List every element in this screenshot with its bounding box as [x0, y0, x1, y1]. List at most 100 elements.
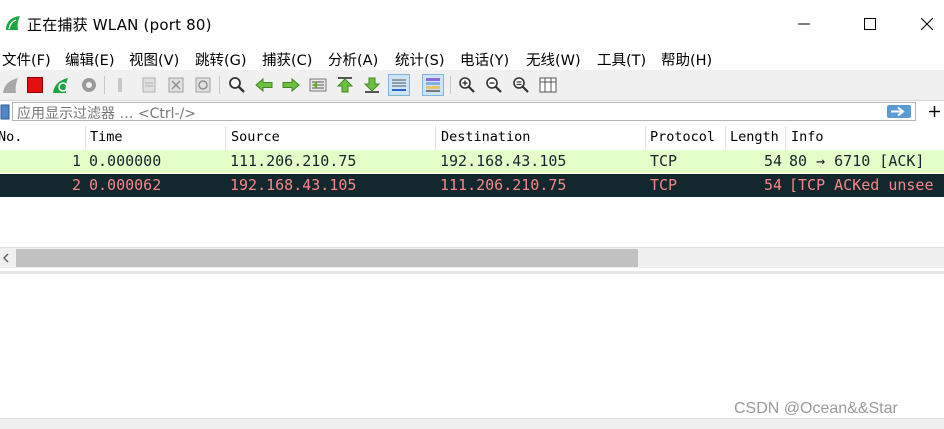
minimize-icon — [798, 23, 810, 25]
cell-no: 1 — [72, 152, 82, 170]
column-destination[interactable]: Destination — [441, 129, 530, 145]
cell-info: 80 → 6710 [ACK] — [789, 152, 925, 170]
go-first-button[interactable] — [334, 74, 356, 96]
column-info[interactable]: Info — [791, 129, 824, 145]
cell-destination: 192.168.43.105 — [440, 152, 567, 170]
cell-length: 54 — [764, 176, 783, 194]
column-time[interactable]: Time — [90, 129, 123, 145]
go-back-button[interactable] — [253, 74, 275, 96]
cell-no: 2 — [72, 176, 82, 194]
menu-tools[interactable]: 工具(T) — [597, 49, 646, 70]
menu-telephony[interactable]: 电话(Y) — [460, 49, 509, 70]
zoom-out-button[interactable] — [483, 74, 505, 96]
find-packet-icon — [229, 77, 245, 93]
menu-analyze[interactable]: 分析(A) — [328, 49, 378, 70]
column-divider[interactable] — [785, 126, 786, 150]
cell-info: [TCP ACKed unsee — [789, 176, 934, 194]
menu-view[interactable]: 视图(V) — [129, 49, 179, 70]
column-length[interactable]: Length — [730, 129, 779, 145]
go-forward-button[interactable] — [280, 74, 302, 96]
save-file-button[interactable] — [138, 74, 160, 96]
display-filter-bar: 应用显示过滤器 … <Ctrl-/> — [0, 101, 944, 123]
cell-destination: 111.206.210.75 — [440, 176, 567, 194]
autoscroll-icon — [392, 79, 406, 91]
open-file-button[interactable] — [110, 74, 132, 96]
zoom-in-button[interactable] — [456, 74, 478, 96]
restart-capture-button[interactable] — [50, 74, 72, 96]
restart-capture-icon — [53, 78, 68, 93]
colorize-button[interactable] — [422, 74, 444, 96]
status-bar — [0, 418, 944, 429]
normal-size-icon — [513, 77, 529, 93]
reload-icon — [195, 77, 211, 93]
normal-size-button[interactable] — [510, 74, 532, 96]
find-packet-button[interactable] — [226, 74, 248, 96]
main-toolbar — [0, 70, 944, 101]
minimize-button[interactable] — [784, 10, 824, 38]
column-divider[interactable] — [85, 126, 86, 150]
horizontal-scrollbar[interactable] — [0, 247, 944, 268]
go-first-icon — [336, 77, 354, 93]
go-to-packet-button[interactable] — [307, 74, 329, 96]
menu-edit[interactable]: 编辑(E) — [65, 49, 114, 70]
shark-fin-icon — [3, 78, 18, 93]
packet-row[interactable]: 2 0.000062 192.168.43.105 111.206.210.75… — [0, 174, 944, 197]
packet-row[interactable]: 1 0.000000 111.206.210.75 192.168.43.105… — [0, 150, 944, 173]
watermark: CSDN @Ocean&&Star — [734, 400, 898, 417]
autoscroll-button[interactable] — [388, 74, 410, 96]
packet-details-pane[interactable] — [0, 274, 944, 418]
cell-time: 0.000000 — [89, 152, 162, 170]
colorize-icon — [426, 78, 440, 92]
menu-go[interactable]: 跳转(G) — [195, 49, 247, 70]
wireshark-app-icon — [6, 16, 20, 30]
close-file-icon — [168, 77, 184, 93]
display-filter-input[interactable]: 应用显示过滤器 … <Ctrl-/> — [12, 102, 916, 122]
go-last-icon — [363, 77, 381, 93]
menu-file[interactable]: 文件(F) — [2, 49, 51, 70]
go-last-button[interactable] — [361, 74, 383, 96]
menu-statistics[interactable]: 统计(S) — [395, 49, 445, 70]
title-bar: 正在捕获 WLAN (port 80) — [0, 0, 944, 46]
zoom-out-icon — [486, 77, 502, 93]
maximize-icon — [864, 18, 876, 30]
go-to-packet-icon — [309, 78, 327, 92]
close-button[interactable] — [907, 10, 944, 38]
column-divider[interactable] — [225, 126, 226, 150]
column-divider[interactable] — [435, 126, 436, 150]
column-divider[interactable] — [645, 126, 646, 150]
window-title: 正在捕获 WLAN (port 80) — [27, 16, 212, 34]
menu-capture[interactable]: 捕获(C) — [262, 49, 312, 70]
column-no[interactable]: No. — [0, 129, 22, 145]
bookmark-icon[interactable] — [0, 104, 10, 120]
display-filter-placeholder: 应用显示过滤器 … <Ctrl-/> — [17, 106, 197, 122]
apply-filter-button[interactable] — [887, 105, 911, 118]
go-forward-icon — [282, 77, 300, 93]
reload-button[interactable] — [192, 74, 214, 96]
column-divider[interactable] — [725, 126, 726, 150]
start-capture-button[interactable] — [0, 74, 22, 96]
column-protocol[interactable]: Protocol — [650, 129, 715, 145]
go-back-icon — [255, 77, 273, 93]
cell-time: 0.000062 — [89, 176, 162, 194]
arrow-right-icon — [891, 106, 905, 117]
cell-protocol: TCP — [650, 152, 678, 170]
column-source[interactable]: Source — [231, 129, 280, 145]
save-file-icon — [142, 77, 156, 93]
cell-length: 54 — [764, 152, 783, 170]
scroll-left-icon[interactable] — [2, 253, 10, 263]
resize-columns-icon — [539, 77, 557, 93]
close-file-button[interactable] — [165, 74, 187, 96]
stop-capture-button[interactable] — [24, 74, 46, 96]
capture-options-button[interactable] — [78, 74, 100, 96]
scrollbar-thumb[interactable] — [16, 249, 638, 267]
menu-wireless[interactable]: 无线(W) — [526, 49, 581, 70]
add-filter-icon[interactable] — [929, 106, 940, 117]
stop-capture-icon — [27, 77, 43, 93]
zoom-in-icon — [459, 77, 475, 93]
menu-help[interactable]: 帮助(H) — [661, 49, 712, 70]
resize-columns-button[interactable] — [537, 74, 559, 96]
toolbar-separator — [104, 76, 105, 94]
packet-list-header: No. Time Source Destination Protocol Len… — [0, 126, 944, 151]
maximize-button[interactable] — [850, 10, 890, 38]
toolbar-separator — [450, 76, 451, 94]
